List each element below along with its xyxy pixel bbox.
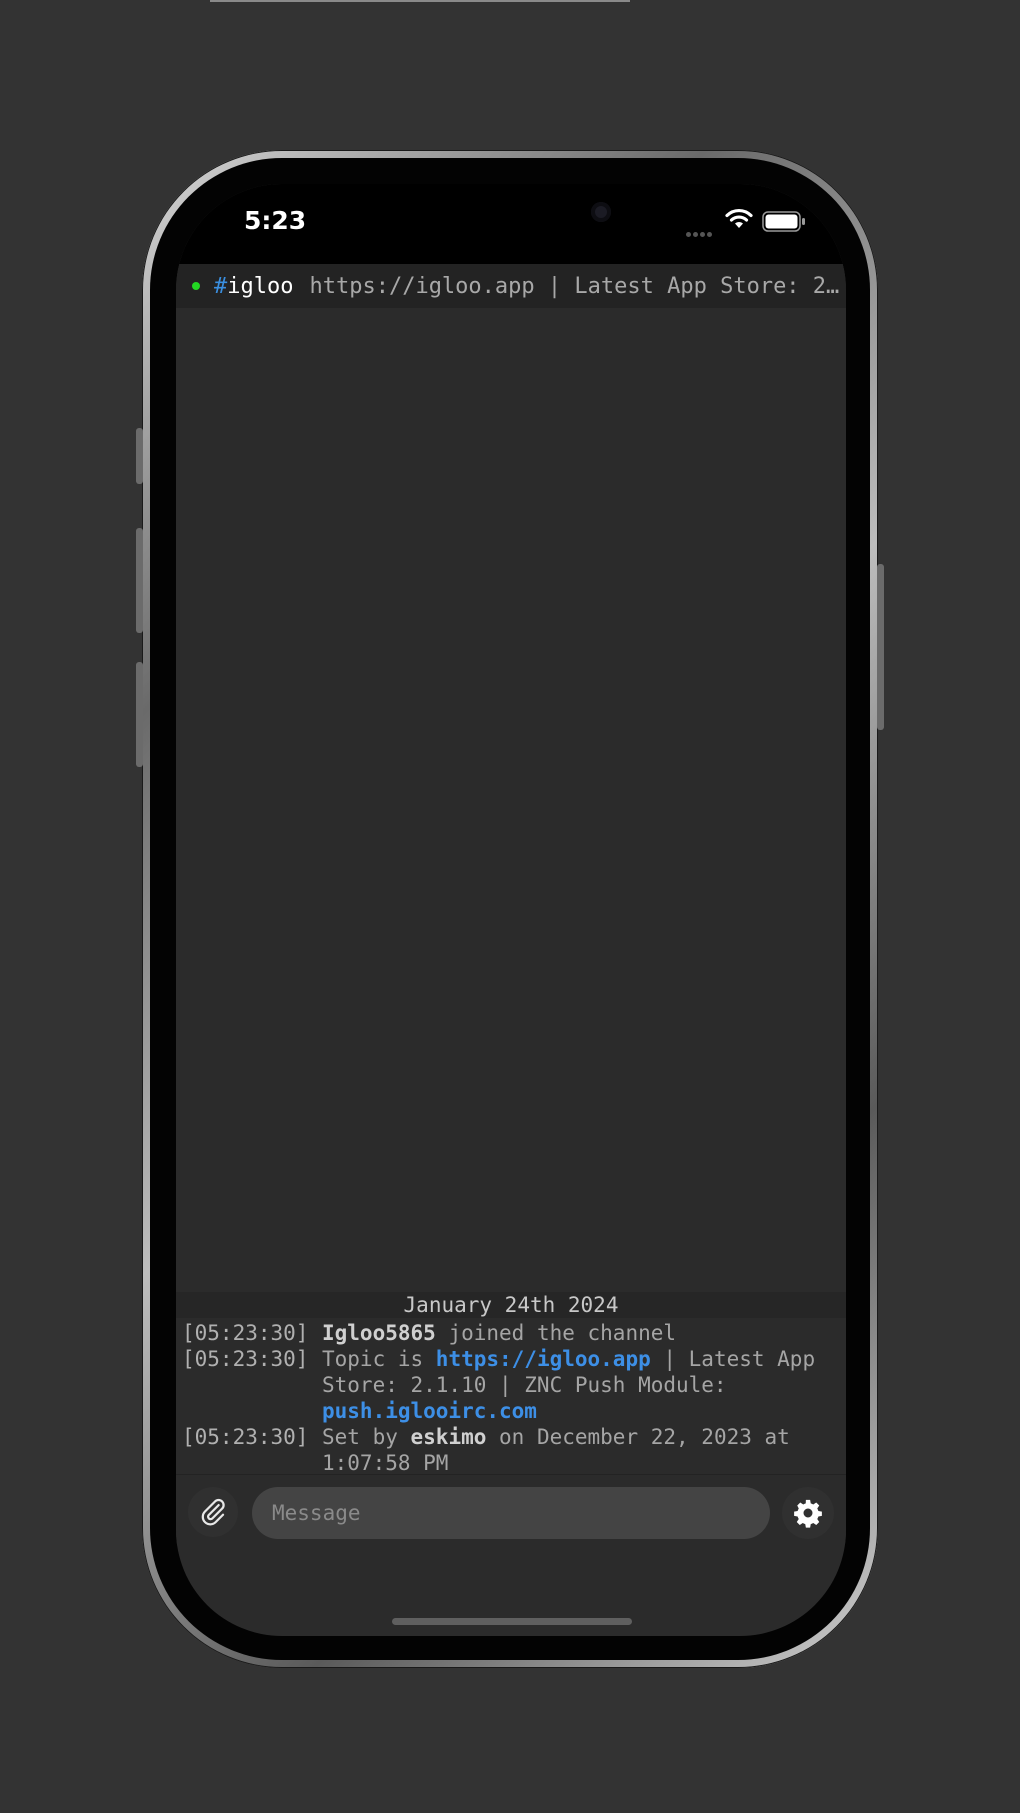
message-text: joined the channel: [435, 1321, 677, 1345]
date-separator: January 24th 2024: [176, 1292, 846, 1318]
topic-link-igloo[interactable]: https://igloo.app: [436, 1347, 651, 1371]
message-body: Topic is https://igloo.app | Latest App …: [322, 1346, 846, 1424]
volume-down-button: [136, 662, 143, 767]
message-timestamp: [05:23:30]: [182, 1347, 309, 1371]
battery-icon: [762, 211, 805, 232]
power-button: [877, 564, 884, 730]
message-composer: [176, 1474, 846, 1545]
message-body: Set by eskimo on December 22, 2023 at 1:…: [322, 1424, 846, 1476]
message-input[interactable]: [252, 1487, 770, 1539]
gear-icon: [794, 1499, 822, 1528]
dynamic-notch: [371, 184, 651, 246]
phone-screen: 5:23 # igloo https://igloo.app | Latest A…: [176, 184, 846, 1636]
channel-name: igloo: [227, 273, 294, 299]
status-time: 5:23: [244, 206, 307, 235]
connection-status-dot: [192, 282, 200, 290]
message-body: Igloo5865 joined the channel: [322, 1320, 846, 1346]
channel-topic-preview[interactable]: https://igloo.app | Latest App Store: 2.…: [309, 274, 846, 299]
channel-hash: #: [214, 273, 228, 299]
cellular-signal-icon: [686, 222, 714, 241]
paperclip-icon: [201, 1498, 225, 1526]
top-edge-line: [210, 0, 630, 2]
message-text: Topic is: [322, 1347, 436, 1371]
message-nick[interactable]: Igloo5865: [322, 1321, 436, 1345]
message-row: [05:23:30] Set by eskimo on December 22,…: [182, 1424, 846, 1476]
channel-title-bar[interactable]: # igloo https://igloo.app | Latest App St…: [176, 264, 846, 308]
attach-button[interactable]: [188, 1487, 238, 1537]
message-list: [05:23:30] Igloo5865 joined the channel …: [182, 1320, 846, 1476]
camera-icon: [591, 202, 611, 222]
status-bar: 5:23: [176, 184, 846, 264]
home-indicator[interactable]: [392, 1618, 632, 1625]
message-row: [05:23:30] Topic is https://igloo.app | …: [182, 1346, 846, 1424]
message-nick[interactable]: eskimo: [411, 1425, 487, 1449]
message-text: Set by: [322, 1425, 411, 1449]
topic-link-push[interactable]: push.iglooirc.com: [322, 1399, 537, 1423]
message-timestamp: [05:23:30]: [182, 1425, 309, 1449]
message-timestamp: [05:23:30]: [182, 1321, 309, 1345]
settings-button[interactable]: [782, 1487, 834, 1539]
volume-up-button: [136, 528, 143, 633]
wifi-icon: [725, 208, 753, 228]
message-row: [05:23:30] Igloo5865 joined the channel: [182, 1320, 846, 1346]
mute-switch: [136, 428, 143, 484]
chat-scroll-area[interactable]: [176, 308, 846, 1311]
